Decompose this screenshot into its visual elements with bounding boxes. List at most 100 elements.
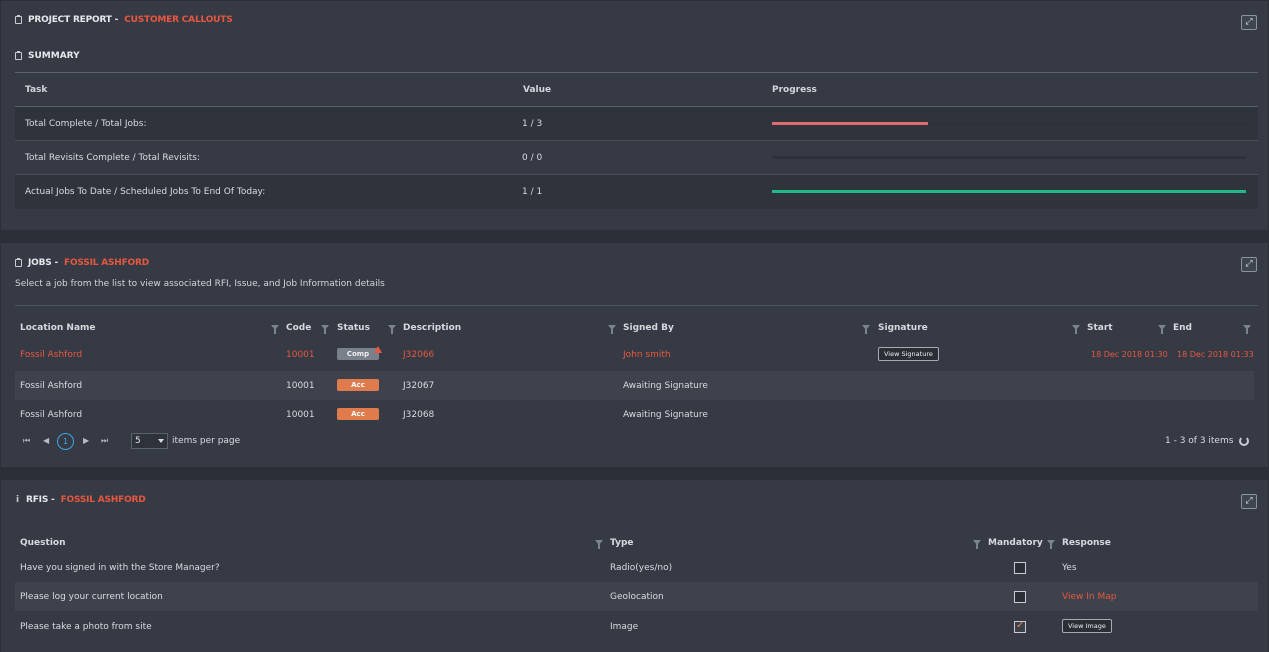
filter-icon[interactable] [1158, 325, 1166, 334]
pager-range-label: 1 - 3 of 3 items [1165, 436, 1234, 446]
cell-signed-by: Awaiting Signature [623, 410, 708, 420]
expand-icon: ⤢ [1245, 17, 1253, 27]
summary-value: 1 / 1 [522, 187, 543, 197]
cell-signed-by: John smith [623, 350, 671, 360]
last-page-icon[interactable]: ⏭ [101, 436, 108, 446]
progress-fill [772, 122, 929, 125]
jobs-description: Select a job from the list to view assoc… [15, 279, 385, 289]
summary-row: Total Complete / Total Jobs: 1 / 3 [15, 107, 1258, 141]
page-size-value: 5 [135, 436, 141, 446]
project-report-accent: CUSTOMER CALLOUTS [124, 15, 233, 25]
status-badge: Acc [337, 408, 379, 420]
filter-icon[interactable] [1072, 325, 1080, 334]
jobs-divider [15, 305, 1258, 306]
progress-bar [772, 156, 1246, 159]
filter-icon[interactable] [321, 325, 329, 334]
clipboard-icon [15, 51, 22, 60]
cell-question: Please take a photo from site [20, 622, 152, 632]
table-row[interactable]: Fossil Ashford 10001 Acc J32067 Awaiting… [15, 371, 1254, 400]
cell-type: Radio(yes/no) [610, 563, 673, 573]
items-per-page-label: items per page [172, 436, 241, 446]
column-signed-by[interactable]: Signed By [623, 323, 674, 333]
cell-signed-by: Awaiting Signature [623, 381, 708, 391]
previous-page-icon[interactable]: ◀ [43, 436, 49, 445]
cell-description: J32066 [403, 350, 435, 360]
progress-fill [772, 190, 1246, 193]
cell-start: 18 Dec 2018 01:30 [1091, 350, 1168, 359]
cell-description: J32067 [403, 381, 435, 391]
status-badge: Acc [337, 379, 379, 391]
rfis-header: i RFIS - FOSSIL ASHFORD [15, 495, 146, 505]
expand-jobs-button[interactable]: ⤢ [1241, 257, 1257, 272]
cell-question: Have you signed in with the Store Manage… [20, 563, 220, 573]
summary-table-header: Task Value Progress [15, 73, 1258, 107]
mandatory-checkbox[interactable] [1014, 591, 1026, 603]
expand-rfis-button[interactable]: ⤢ [1241, 494, 1257, 509]
mandatory-checkbox[interactable] [1014, 562, 1026, 574]
mandatory-checkbox[interactable]: ✓ [1014, 620, 1026, 633]
next-page-icon[interactable]: ▶ [83, 436, 89, 445]
view-signature-button[interactable]: View Signature [878, 347, 939, 361]
cell-description: J32068 [403, 410, 435, 420]
caret-down-icon [158, 439, 164, 443]
cell-location: Fossil Ashford [20, 410, 83, 420]
project-report-header: PROJECT REPORT - CUSTOMER CALLOUTS [15, 15, 233, 25]
cell-end: 18 Dec 2018 01:33 [1177, 350, 1254, 359]
table-row[interactable]: Fossil Ashford 10001 Acc J32068 Awaiting… [15, 400, 1254, 429]
column-type[interactable]: Type [610, 538, 633, 548]
filter-icon[interactable] [862, 325, 870, 334]
column-response[interactable]: Response [1062, 538, 1111, 548]
column-value: Value [523, 85, 552, 95]
summary-header: SUMMARY [15, 51, 80, 61]
refresh-icon[interactable] [1239, 436, 1249, 446]
filter-icon[interactable] [271, 325, 279, 334]
first-page-icon[interactable]: ⏮ [23, 436, 30, 446]
column-task: Task [25, 85, 48, 95]
column-signature[interactable]: Signature [878, 323, 928, 333]
view-image-button[interactable]: View Image [1062, 619, 1112, 633]
column-mandatory[interactable]: Mandatory [988, 538, 1043, 548]
checkmark-icon: ✓ [1016, 620, 1025, 631]
clipboard-icon [15, 258, 22, 267]
expand-report-button[interactable]: ⤢ [1241, 15, 1257, 30]
page-number-current[interactable]: 1 [57, 433, 74, 450]
table-row[interactable]: Fossil Ashford 10001 Comp J32066 John sm… [15, 340, 1254, 370]
rfis-panel: i RFIS - FOSSIL ASHFORD ⤢ Question Type … [1, 480, 1268, 652]
cell-code: 10001 [286, 350, 315, 360]
warning-icon [374, 346, 382, 353]
column-progress: Progress [772, 85, 817, 95]
column-description[interactable]: Description [403, 323, 461, 333]
filter-icon[interactable] [973, 540, 981, 549]
filter-icon[interactable] [388, 325, 396, 334]
page-size-select[interactable]: 5 [131, 433, 168, 449]
clipboard-icon [15, 15, 22, 24]
column-code[interactable]: Code [286, 323, 311, 333]
summary-task: Total Complete / Total Jobs: [25, 119, 147, 129]
column-end[interactable]: End [1173, 323, 1192, 333]
status-badge: Comp [337, 348, 379, 360]
cell-type: Image [610, 622, 639, 632]
filter-icon[interactable] [1243, 325, 1251, 334]
jobs-panel: JOBS - FOSSIL ASHFORD ⤢ Select a job fro… [1, 243, 1268, 467]
progress-bar [772, 190, 1246, 193]
progress-bar [772, 122, 1246, 125]
summary-value: 0 / 0 [522, 153, 543, 163]
column-status[interactable]: Status [337, 323, 370, 333]
column-location-name[interactable]: Location Name [20, 323, 96, 333]
jobs-accent: FOSSIL ASHFORD [64, 258, 149, 268]
table-row[interactable]: Please log your current location Geoloca… [15, 582, 1258, 611]
column-question[interactable]: Question [20, 538, 66, 548]
cell-code: 10001 [286, 410, 315, 420]
expand-icon: ⤢ [1245, 259, 1253, 269]
summary-task: Total Revisits Complete / Total Revisits… [25, 153, 201, 163]
view-in-map-link[interactable]: View In Map [1062, 592, 1116, 602]
table-row[interactable]: Please take a photo from site Image ✓ Vi… [15, 612, 1258, 641]
filter-icon[interactable] [608, 325, 616, 334]
jobs-header: JOBS - FOSSIL ASHFORD [15, 258, 149, 268]
cell-type: Geolocation [610, 592, 664, 602]
table-row[interactable]: Have you signed in with the Store Manage… [15, 553, 1258, 582]
summary-row: Actual Jobs To Date / Scheduled Jobs To … [15, 175, 1258, 209]
filter-icon[interactable] [1047, 540, 1055, 549]
column-start[interactable]: Start [1087, 323, 1113, 333]
filter-icon[interactable] [595, 540, 603, 549]
